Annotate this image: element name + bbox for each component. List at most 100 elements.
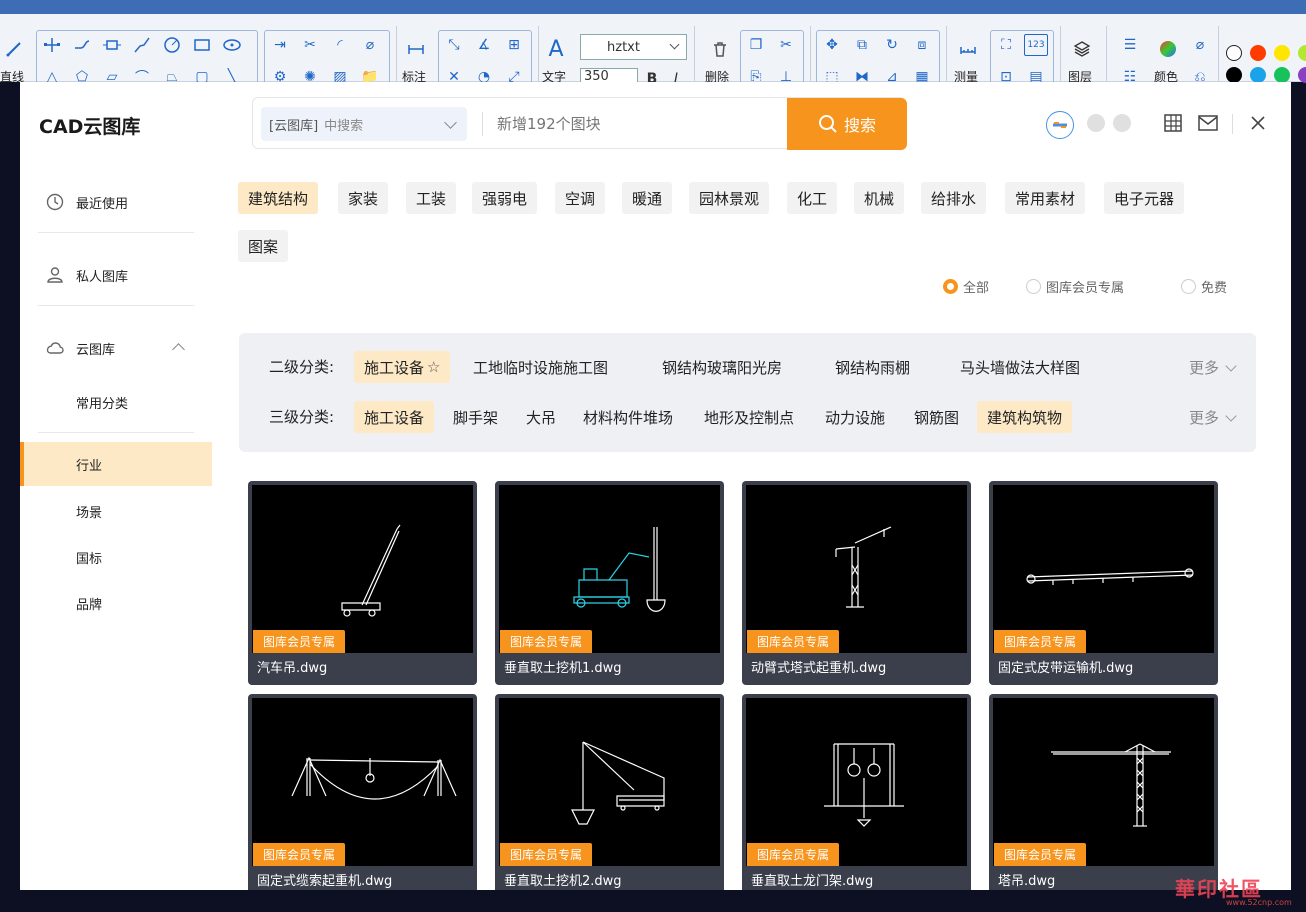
search-scope-select[interactable]: [云图库] 中搜索 xyxy=(261,107,467,141)
measure-icon[interactable] xyxy=(956,38,980,60)
number-icon[interactable]: 123 xyxy=(1024,34,1048,56)
category-tag[interactable]: 给排水 xyxy=(921,182,987,214)
copy-icon[interactable]: ❐ xyxy=(744,34,768,56)
block-card[interactable]: 图库会员专属 固定式皮带运输机.dwg xyxy=(989,481,1218,685)
spline-icon[interactable] xyxy=(130,34,154,56)
block-card[interactable]: 图库会员专属 垂直取土挖机1.dwg xyxy=(495,481,724,685)
block-card[interactable]: 图库会员专属 垂直取土挖机2.dwg xyxy=(495,694,724,890)
level3-more[interactable]: 更多 xyxy=(1189,407,1237,428)
category-tag[interactable]: 暖通 xyxy=(622,182,673,214)
angular-dim-icon[interactable]: ∡ xyxy=(472,34,496,56)
color-swatch[interactable] xyxy=(1274,67,1290,83)
block-card[interactable]: 图库会员专属 动臂式塔式起重机.dwg xyxy=(742,481,971,685)
category-tag[interactable]: 强弱电 xyxy=(472,182,538,214)
sidebar-sub-common[interactable]: 常用分类 xyxy=(20,380,212,424)
sidebar-sub-brand[interactable]: 品牌 xyxy=(20,581,212,625)
category-tag[interactable]: 建筑结构 xyxy=(238,182,319,214)
aligned-dim-icon[interactable]: ⤡ xyxy=(442,34,466,56)
color-swatch[interactable] xyxy=(1298,45,1306,61)
rectangle-tool-icon[interactable] xyxy=(190,34,214,56)
color-wheel-icon[interactable] xyxy=(1156,38,1180,60)
search-button[interactable]: 搜索 xyxy=(787,98,907,150)
category-tag[interactable]: 家装 xyxy=(338,182,389,214)
cad-logo-icon[interactable] xyxy=(1046,111,1074,139)
fillet-icon[interactable]: ◜ xyxy=(328,34,352,56)
level2-item[interactable]: 钢结构玻璃阳光房 xyxy=(652,351,792,383)
cut-icon[interactable]: ✂ xyxy=(774,34,798,56)
polyline-icon[interactable] xyxy=(40,34,64,56)
level3-item[interactable]: 脚手架 xyxy=(443,401,508,433)
ellipse-tool-icon[interactable] xyxy=(220,34,244,56)
array-icon[interactable]: ⧈ xyxy=(910,34,934,56)
move-icon[interactable]: ✥ xyxy=(820,34,844,56)
color-swatch[interactable] xyxy=(1250,45,1266,61)
scale-icon[interactable]: ⧉ xyxy=(850,34,874,56)
area-icon[interactable]: ⛶ xyxy=(994,34,1018,56)
block-card[interactable]: 图库会员专属 塔吊.dwg xyxy=(989,694,1218,890)
category-tag[interactable]: 空调 xyxy=(555,182,606,214)
sidebar-sub-national-standard[interactable]: 国标 xyxy=(20,535,212,579)
block-card[interactable]: 图库会员专属 垂直取土龙门架.dwg xyxy=(742,694,971,890)
mail-icon[interactable] xyxy=(1197,112,1219,134)
filter-member[interactable]: 图库会员专属 xyxy=(1026,277,1124,296)
trash-icon[interactable] xyxy=(708,38,732,60)
grid-view-icon[interactable] xyxy=(1162,112,1184,134)
level2-item[interactable]: 马头墙做法大样图 xyxy=(950,351,1090,383)
rotate-icon[interactable]: ↻ xyxy=(880,34,904,56)
line-tool-icon[interactable] xyxy=(2,38,26,60)
sidebar-sub-scene[interactable]: 场景 xyxy=(20,489,212,533)
star-icon[interactable]: ☆ xyxy=(427,358,440,376)
block-thumbnail xyxy=(252,698,473,866)
level3-item[interactable]: 施工设备 xyxy=(354,401,435,433)
level2-more[interactable]: 更多 xyxy=(1189,357,1237,378)
level3-item[interactable]: 钢筋图 xyxy=(904,401,969,433)
sidebar-item-cloud[interactable]: 云图库 xyxy=(20,328,212,368)
radio-icon xyxy=(1181,279,1196,294)
circle-tool-icon[interactable] xyxy=(160,34,184,56)
category-tag[interactable]: 电子元器 xyxy=(1104,182,1185,214)
trim-icon[interactable]: ✂ xyxy=(298,34,322,56)
category-tag[interactable]: 图案 xyxy=(238,230,289,262)
level3-item[interactable]: 大吊 xyxy=(516,401,566,433)
rect-line-icon[interactable] xyxy=(100,34,124,56)
font-select[interactable]: hztxt xyxy=(580,34,687,60)
color-swatch[interactable] xyxy=(1226,45,1242,61)
lineweight-icon[interactable]: ☰ xyxy=(1118,34,1142,56)
filter-all[interactable]: 全部 xyxy=(943,277,989,296)
arc-line-icon[interactable] xyxy=(70,34,94,56)
level3-item[interactable]: 材料构件堆场 xyxy=(573,401,683,433)
sidebar-item-private[interactable]: 私人图库 xyxy=(20,255,212,295)
close-icon[interactable] xyxy=(1247,112,1269,134)
dimension-icon[interactable] xyxy=(404,38,428,60)
extend-icon[interactable]: ⇥ xyxy=(268,34,292,56)
eraser-icon[interactable]: ⌀ xyxy=(1188,34,1212,56)
filter-free[interactable]: 免费 xyxy=(1181,277,1227,296)
category-tag[interactable]: 机械 xyxy=(854,182,905,214)
text-tool-icon[interactable]: A xyxy=(544,37,568,62)
level3-item[interactable]: 建筑构筑物 xyxy=(977,401,1073,433)
block-card[interactable]: 图库会员专属 汽车吊.dwg xyxy=(248,481,477,685)
level3-item[interactable]: 动力设施 xyxy=(815,401,895,433)
category-tag[interactable]: 工装 xyxy=(406,182,457,214)
level3-item[interactable]: 地形及控制点 xyxy=(694,401,804,433)
level2-item[interactable]: 施工设备 ☆ xyxy=(354,351,451,383)
category-tag[interactable]: 化工 xyxy=(787,182,838,214)
color-swatch[interactable] xyxy=(1250,67,1266,83)
color-swatch[interactable] xyxy=(1274,45,1290,61)
search-input[interactable] xyxy=(497,110,777,138)
level2-item[interactable]: 钢结构雨棚 xyxy=(825,351,920,383)
category-tag[interactable]: 常用素材 xyxy=(1005,182,1086,214)
color-swatch[interactable] xyxy=(1298,67,1306,83)
vip-badge-icon[interactable] xyxy=(1087,114,1105,132)
level2-item[interactable]: 工地临时设施施工图 xyxy=(463,351,618,383)
category-tag[interactable]: 园林景观 xyxy=(689,182,770,214)
color-swatch[interactable] xyxy=(1226,67,1242,83)
sidebar-item-recent[interactable]: 最近使用 xyxy=(20,182,212,222)
coin-icon[interactable] xyxy=(1113,114,1131,132)
baseline-dim-icon[interactable]: ⊞ xyxy=(502,34,526,56)
layer-icon[interactable] xyxy=(1070,38,1094,60)
block-card[interactable]: 图库会员专属 固定式缆索起重机.dwg xyxy=(248,694,477,890)
sidebar-sub-industry[interactable]: 行业 xyxy=(20,442,212,486)
chamfer-icon[interactable]: ⌀ xyxy=(358,34,382,56)
chevron-up-icon[interactable] xyxy=(172,343,185,356)
